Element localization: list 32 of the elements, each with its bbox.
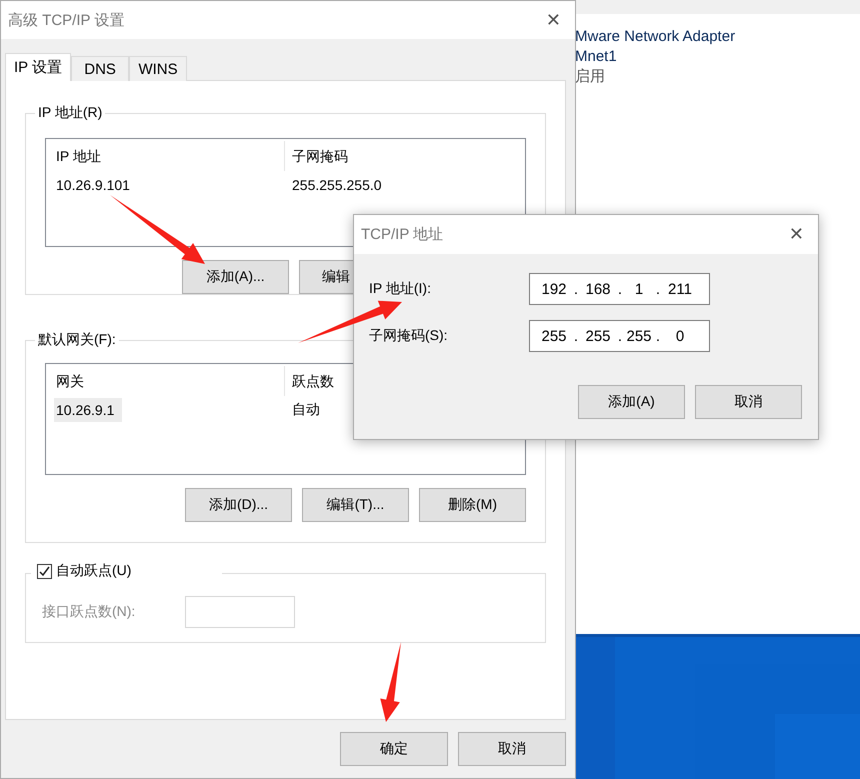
dialog-button[interactable]: 取消 — [458, 732, 566, 766]
ip-address-field[interactable]: 255 . 255 . 255 . 0 — [529, 320, 710, 352]
window-title: TCP/IP 地址 — [361, 225, 444, 244]
dialog-button[interactable]: 添加(A) — [578, 385, 685, 419]
dialog-button[interactable]: 确定 — [340, 732, 448, 766]
tab[interactable]: IP 设置 — [5, 53, 72, 81]
list-item[interactable]: 10.26.9.101 — [54, 173, 138, 197]
adapter-text: 启用 — [575, 68, 606, 86]
action-button[interactable]: 删除(M) — [419, 488, 526, 522]
dialog-button[interactable]: 取消 — [695, 385, 802, 419]
checkbox-label: 自动跃点(U) — [56, 562, 132, 580]
action-button[interactable]: 编辑(T)... — [302, 488, 409, 522]
group-label: 默认网关(F): — [35, 331, 119, 349]
action-button[interactable]: 添加(A)... — [182, 260, 289, 294]
window-title: 高级 TCP/IP 设置 — [8, 10, 124, 30]
adapter-text: Mnet1 — [575, 48, 618, 66]
ip-address-field[interactable]: 192 . 168 . 1 . 211 — [529, 273, 710, 305]
close-icon[interactable]: ✕ — [788, 224, 804, 245]
column-header[interactable]: 子网掩码 — [284, 141, 525, 171]
field-label: 子网掩码(S): — [369, 327, 449, 345]
close-icon[interactable]: ✕ — [546, 10, 561, 30]
group-label: IP 地址(R) — [35, 104, 106, 122]
column-header[interactable]: IP 地址 — [54, 141, 284, 171]
table-cell-text: 自动 — [291, 401, 321, 419]
list-item[interactable]: 10.26.9.1 — [54, 398, 122, 422]
field-label: 接口跃点数(N): — [42, 603, 136, 621]
adapter-text: Mware Network Adapter — [575, 28, 736, 46]
action-button[interactable]: 添加(D)... — [185, 488, 292, 522]
column-header[interactable]: 网关 — [54, 366, 284, 396]
tab[interactable]: DNS — [71, 56, 130, 81]
tab[interactable]: WINS — [129, 56, 188, 81]
table-cell-text: 255.255.255.0 — [291, 177, 383, 193]
